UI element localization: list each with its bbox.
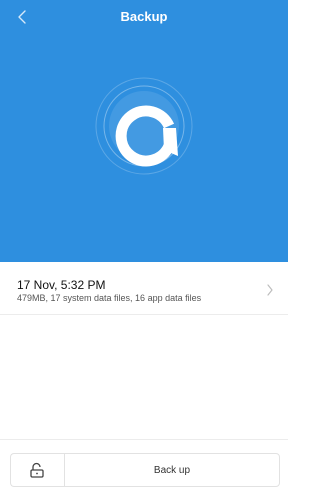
backup-logo — [94, 76, 194, 176]
backup-date: 17 Nov, 5:32 PM — [17, 278, 106, 292]
backup-details: 479MB, 17 system data files, 16 app data… — [17, 293, 202, 303]
page-title: Backup — [120, 9, 168, 24]
footer-divider — [0, 439, 288, 440]
unlock-icon — [29, 462, 44, 478]
backup-list-item[interactable]: 17 Nov, 5:32 PM 479MB, 17 system data fi… — [0, 262, 288, 315]
backup-logo-icon — [95, 77, 193, 175]
encrypt-toggle-button[interactable] — [10, 453, 64, 487]
header: Backup — [0, 0, 288, 262]
chevron-right-icon — [267, 284, 273, 296]
back-up-button[interactable]: Back up — [64, 453, 280, 487]
